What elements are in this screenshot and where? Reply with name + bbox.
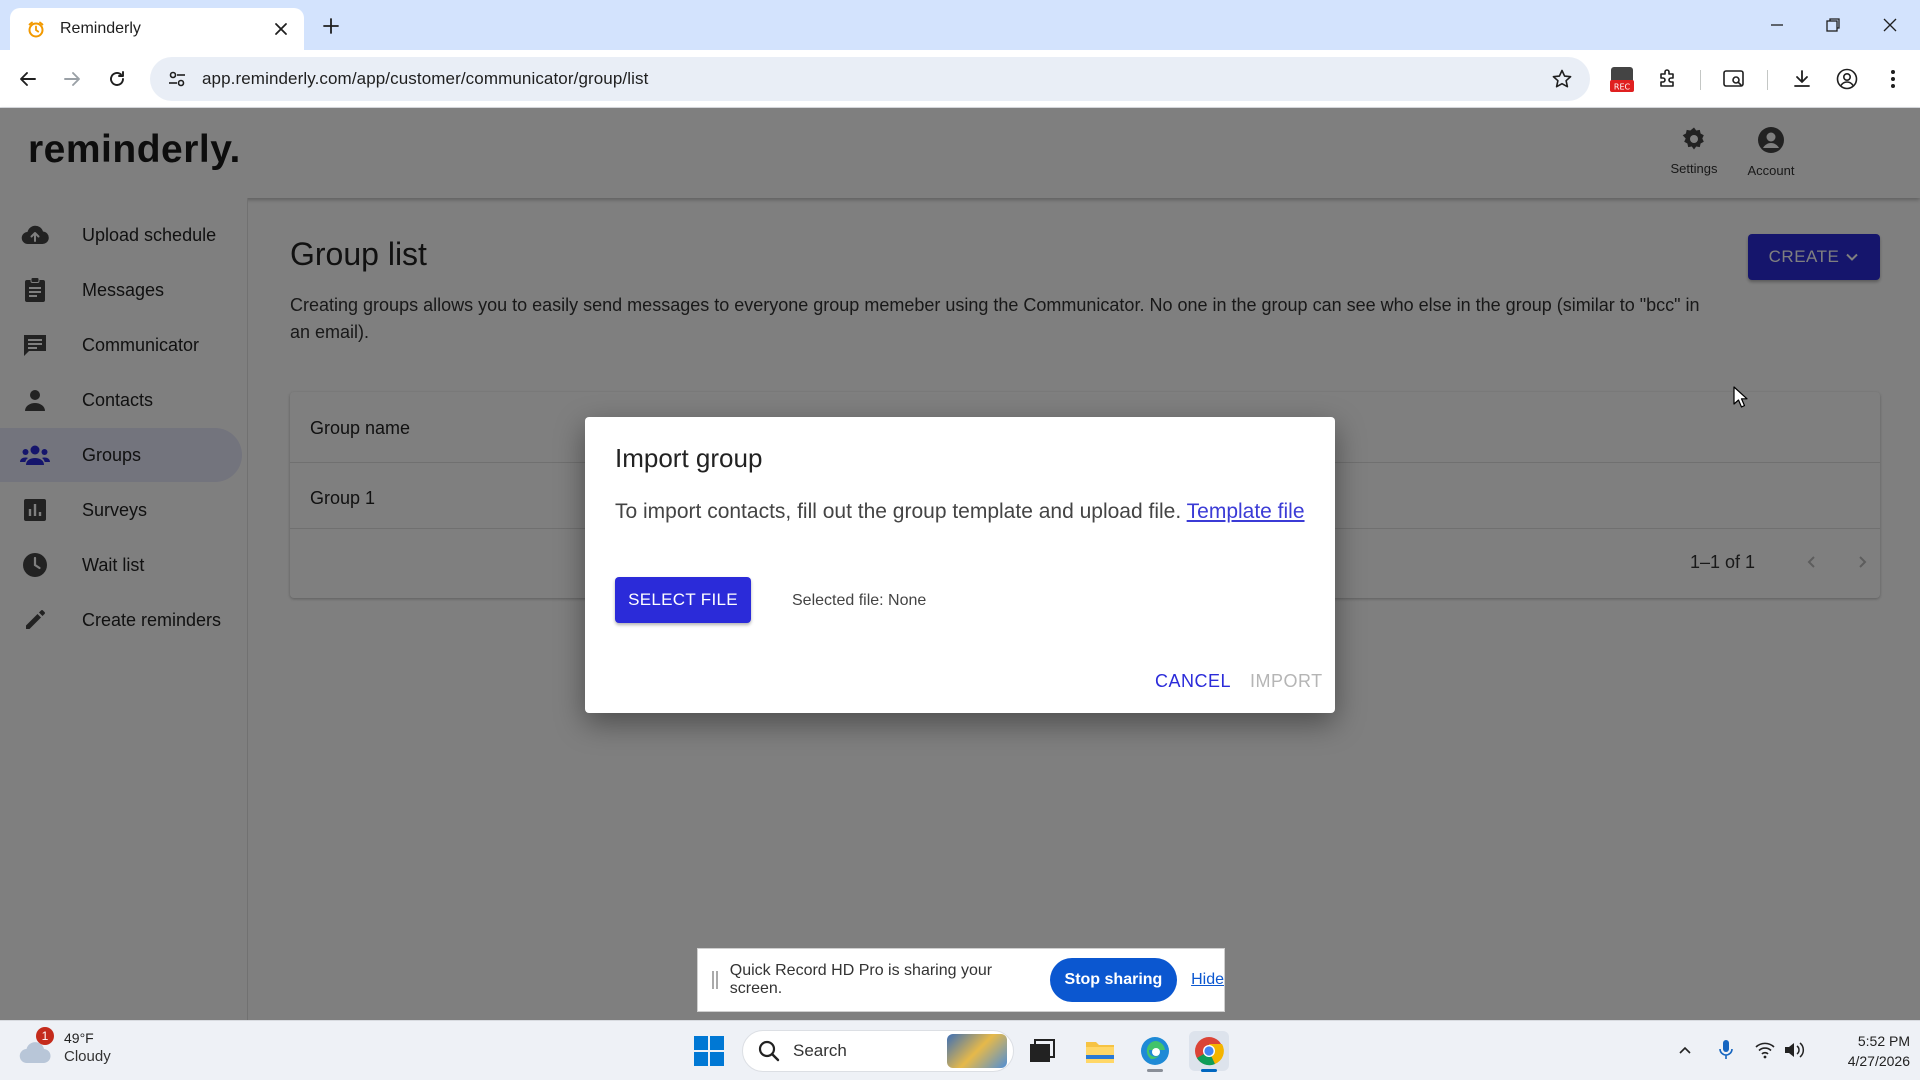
browser-toolbar: app.reminderly.com/app/customer/communic… xyxy=(0,50,1920,108)
chevron-up-icon[interactable] xyxy=(1672,1037,1698,1063)
download-icon[interactable] xyxy=(1787,64,1817,94)
forward-arrow-icon[interactable] xyxy=(57,64,87,94)
toolbar-divider xyxy=(1700,70,1701,90)
minimize-icon[interactable] xyxy=(1760,10,1794,40)
reload-icon[interactable] xyxy=(102,64,132,94)
system-clock[interactable]: 5:52 PM 4/27/2026 xyxy=(1814,1031,1910,1071)
dialog-title: Import group xyxy=(615,443,763,473)
browser-tab[interactable]: Reminderly xyxy=(10,8,304,50)
file-explorer-icon[interactable] xyxy=(1080,1031,1120,1071)
search-label: Search xyxy=(793,1041,847,1060)
search-highlight-image xyxy=(947,1034,1007,1068)
import-button[interactable]: IMPORT xyxy=(1250,671,1323,692)
taskbar-search[interactable]: Search xyxy=(742,1030,1014,1072)
share-message: Quick Record HD Pro is sharing your scre… xyxy=(729,962,993,997)
weather-alert-badge: 1 xyxy=(36,1027,54,1045)
url-text[interactable]: app.reminderly.com/app/customer/communic… xyxy=(202,69,1548,89)
selected-file-text: Selected file: None xyxy=(792,592,927,609)
window-close-icon[interactable] xyxy=(1873,10,1907,40)
browser-tabstrip: Reminderly xyxy=(0,0,1920,50)
hide-link[interactable]: Hide xyxy=(1191,971,1224,989)
taskbar: 1 49°F Cloudy Search 5:52 PM 4/27/2026 xyxy=(0,1020,1920,1080)
rec-badge-text: REC xyxy=(1614,83,1631,92)
bookmark-star-icon[interactable] xyxy=(1548,65,1576,93)
restore-icon[interactable] xyxy=(1816,10,1850,40)
more-menu-icon[interactable] xyxy=(1878,64,1908,94)
screen-share-bar: Quick Record HD Pro is sharing your scre… xyxy=(697,948,1225,1012)
tab-title: Reminderly xyxy=(60,20,141,37)
toolbar-divider xyxy=(1767,70,1768,90)
address-bar[interactable]: app.reminderly.com/app/customer/communic… xyxy=(150,57,1590,101)
clock-time: 5:52 PM xyxy=(1857,1033,1910,1049)
app-active-indicator xyxy=(1201,1069,1217,1072)
screen-recorder-extension-icon[interactable]: REC xyxy=(1607,64,1637,94)
windows-start-icon[interactable] xyxy=(693,1035,725,1067)
dialog-text: To import contacts, fill out the group t… xyxy=(615,497,1305,527)
profile-icon[interactable] xyxy=(1832,64,1862,94)
edge-browser-icon[interactable] xyxy=(1135,1031,1175,1072)
chrome-browser-icon[interactable] xyxy=(1189,1031,1229,1072)
new-tab-icon[interactable] xyxy=(318,13,344,39)
app-running-indicator xyxy=(1147,1069,1163,1072)
tab-search-icon[interactable] xyxy=(1719,64,1749,94)
dialog-instructions: To import contacts, fill out the group t… xyxy=(615,500,1182,523)
drag-handle-icon[interactable] xyxy=(712,971,718,989)
volume-icon[interactable] xyxy=(1781,1037,1807,1063)
import-group-dialog: Import group To import contacts, fill ou… xyxy=(585,417,1335,713)
site-info-icon[interactable] xyxy=(164,66,190,92)
back-arrow-icon[interactable] xyxy=(13,64,43,94)
weather-widget[interactable]: 1 49°F Cloudy xyxy=(18,1027,111,1067)
close-icon[interactable] xyxy=(270,18,292,40)
cloud-icon: 1 xyxy=(18,1027,56,1067)
extensions-puzzle-icon[interactable] xyxy=(1653,64,1683,94)
stop-sharing-button[interactable]: Stop sharing xyxy=(1049,958,1178,1002)
weather-condition: Cloudy xyxy=(64,1048,111,1065)
wifi-icon[interactable] xyxy=(1752,1037,1778,1063)
alarm-clock-icon xyxy=(26,19,46,39)
clock-date: 4/27/2026 xyxy=(1847,1053,1910,1069)
mouse-cursor-icon xyxy=(1733,386,1749,413)
cancel-button[interactable]: CANCEL xyxy=(1155,671,1231,692)
select-file-button[interactable]: SELECT FILE xyxy=(615,577,751,623)
weather-temperature: 49°F xyxy=(64,1030,94,1046)
search-icon xyxy=(757,1039,781,1063)
template-file-link[interactable]: Template file xyxy=(1187,500,1305,523)
task-view-icon[interactable] xyxy=(1022,1031,1062,1071)
microphone-icon[interactable] xyxy=(1713,1037,1739,1063)
